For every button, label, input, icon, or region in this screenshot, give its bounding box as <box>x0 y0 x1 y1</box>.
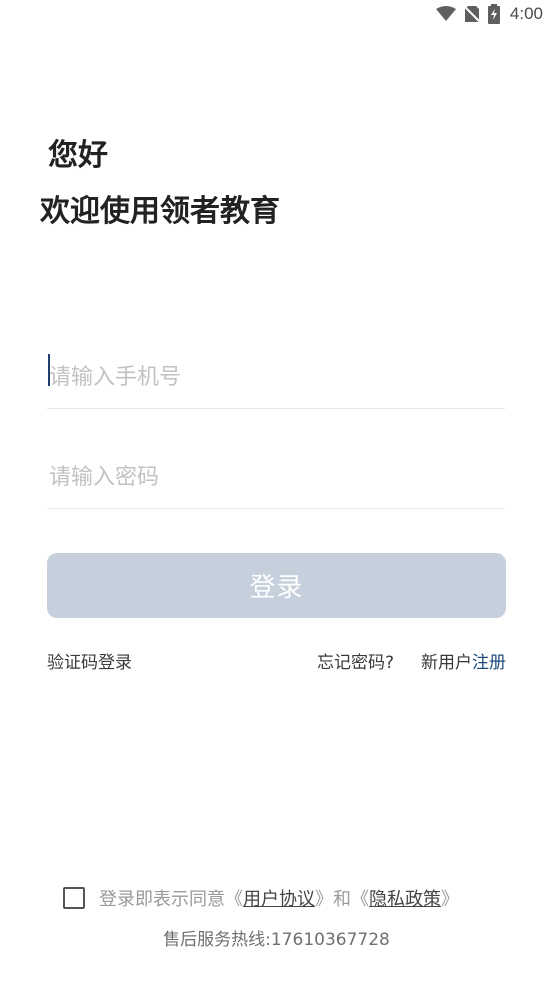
sms-login-link[interactable]: 验证码登录 <box>47 648 132 673</box>
text-caret <box>48 354 50 386</box>
wifi-icon <box>435 6 456 22</box>
service-hotline: 售后服务热线:17610367728 <box>163 930 390 950</box>
no-sim-icon <box>463 5 480 23</box>
register-link[interactable]: 注册 <box>472 653 506 673</box>
auth-links-row: 验证码登录 忘记密码? 新用户注册 <box>47 648 506 674</box>
password-input[interactable] <box>47 446 505 508</box>
status-time: 4:00 <box>509 4 543 23</box>
privacy-policy-link[interactable]: 隐私政策 <box>369 885 441 911</box>
login-button[interactable]: 登录 <box>47 553 506 618</box>
agreement-row: 登录即表示同意《 用户协议 》和《 隐私政策 》 <box>63 884 459 912</box>
status-bar: 4:00 <box>0 0 553 30</box>
forgot-password-link[interactable]: 忘记密码? <box>317 648 394 673</box>
agreement-suffix: 》 <box>441 889 459 910</box>
phone-input[interactable] <box>47 346 505 408</box>
agreement-middle: 》和《 <box>315 889 369 910</box>
phone-field <box>47 346 505 409</box>
password-field <box>47 446 505 509</box>
agreement-prefix: 登录即表示同意《 <box>99 889 243 910</box>
welcome-title: 欢迎使用领者教育 <box>40 194 280 229</box>
battery-icon <box>487 4 500 24</box>
agreement-checkbox[interactable] <box>63 887 85 909</box>
greeting-title: 您好 <box>48 138 108 173</box>
new-user-label: 新用户 <box>421 653 472 673</box>
status-icons: 4:00 <box>435 4 543 24</box>
new-user-group: 新用户注册 <box>421 648 506 673</box>
user-agreement-link[interactable]: 用户协议 <box>243 885 315 911</box>
